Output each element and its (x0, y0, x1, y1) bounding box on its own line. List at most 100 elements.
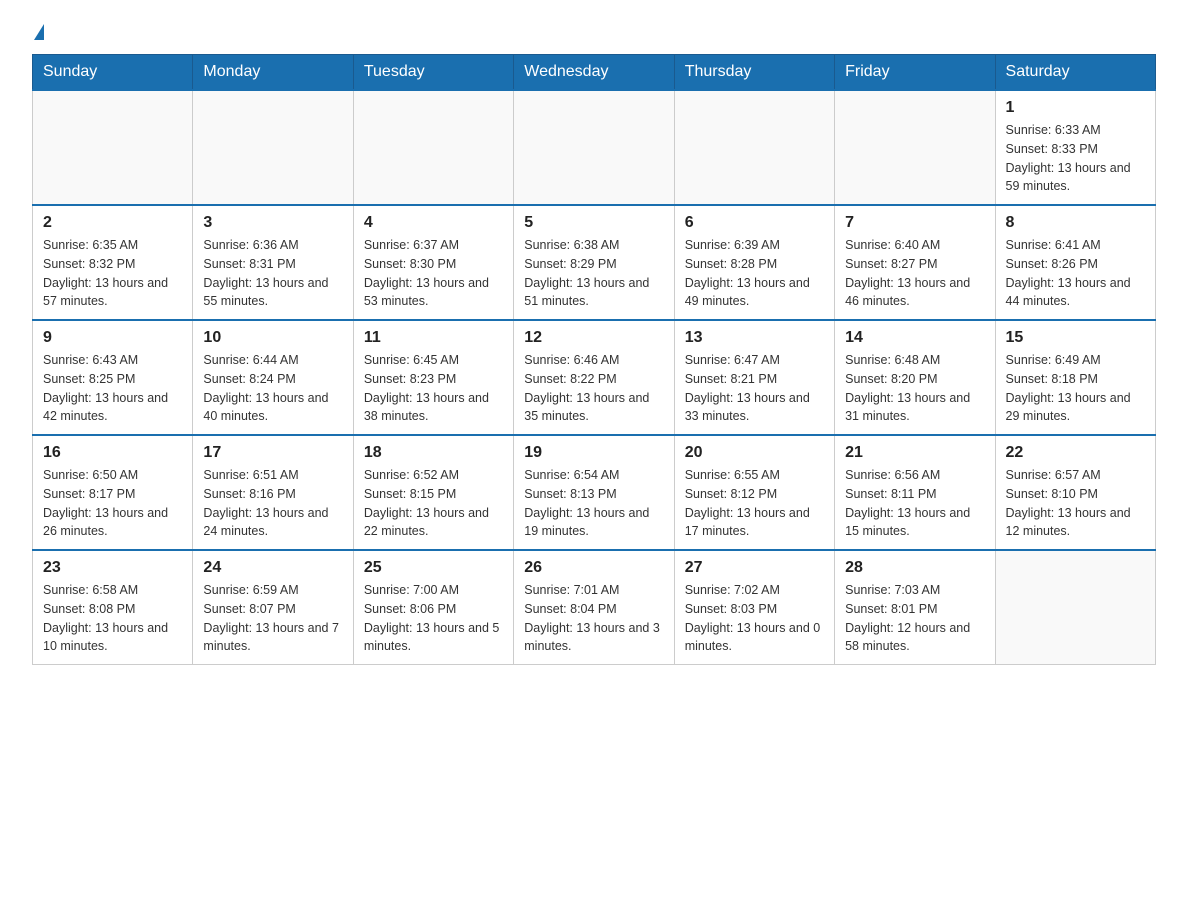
calendar-week-row: 16 Sunrise: 6:50 AM Sunset: 8:17 PM Dayli… (33, 435, 1156, 550)
calendar-cell: 28 Sunrise: 7:03 AM Sunset: 8:01 PM Dayli… (835, 550, 995, 665)
calendar-cell (674, 90, 834, 205)
calendar-cell: 2 Sunrise: 6:35 AM Sunset: 8:32 PM Daylig… (33, 205, 193, 320)
calendar-cell (995, 550, 1155, 665)
calendar-cell: 17Sunrise: 6:51 AM Sunset: 8:16 PM Dayli… (193, 435, 353, 550)
day-number: 7 (845, 214, 984, 232)
calendar-cell: 21Sunrise: 6:56 AM Sunset: 8:11 PM Dayli… (835, 435, 995, 550)
day-number: 22 (1006, 444, 1145, 462)
day-info: Sunrise: 6:48 AM Sunset: 8:20 PM Dayligh… (845, 351, 984, 426)
calendar-cell: 8 Sunrise: 6:41 AM Sunset: 8:26 PM Daylig… (995, 205, 1155, 320)
day-number: 28 (845, 559, 984, 577)
day-info: Sunrise: 6:38 AM Sunset: 8:29 PM Dayligh… (524, 236, 663, 311)
day-number: 1 (1006, 99, 1145, 117)
calendar-cell: 16 Sunrise: 6:50 AM Sunset: 8:17 PM Dayli… (33, 435, 193, 550)
calendar-header-sunday: Sunday (33, 55, 193, 91)
calendar-cell (193, 90, 353, 205)
calendar-week-row: 2 Sunrise: 6:35 AM Sunset: 8:32 PM Daylig… (33, 205, 1156, 320)
day-info: Sunrise: 6:55 AM Sunset: 8:12 PM Dayligh… (685, 466, 824, 541)
day-info: Sunrise: 6:33 AM Sunset: 8:33 PM Dayligh… (1006, 121, 1145, 196)
day-number: 10 (203, 329, 342, 347)
calendar-cell: 26 Sunrise: 7:01 AM Sunset: 8:04 PM Dayli… (514, 550, 674, 665)
day-info: Sunrise: 6:36 AM Sunset: 8:31 PM Dayligh… (203, 236, 342, 311)
day-info: Sunrise: 6:45 AM Sunset: 8:23 PM Dayligh… (364, 351, 503, 426)
calendar-cell: 14 Sunrise: 6:48 AM Sunset: 8:20 PM Dayli… (835, 320, 995, 435)
day-number: 18 (364, 444, 503, 462)
calendar-header-monday: Monday (193, 55, 353, 91)
logo-text (32, 24, 44, 42)
day-number: 25 (364, 559, 503, 577)
calendar-table: SundayMondayTuesdayWednesdayThursdayFrid… (32, 54, 1156, 665)
day-info: Sunrise: 6:59 AM Sunset: 8:07 PM Dayligh… (203, 581, 342, 656)
day-info: Sunrise: 7:02 AM Sunset: 8:03 PM Dayligh… (685, 581, 824, 656)
day-number: 15 (1006, 329, 1145, 347)
day-number: 23 (43, 559, 182, 577)
day-number: 26 (524, 559, 663, 577)
day-number: 20 (685, 444, 824, 462)
day-info: Sunrise: 6:40 AM Sunset: 8:27 PM Dayligh… (845, 236, 984, 311)
calendar-cell (353, 90, 513, 205)
calendar-cell: 10 Sunrise: 6:44 AM Sunset: 8:24 PM Dayli… (193, 320, 353, 435)
calendar-cell: 22 Sunrise: 6:57 AM Sunset: 8:10 PM Dayli… (995, 435, 1155, 550)
calendar-cell: 1 Sunrise: 6:33 AM Sunset: 8:33 PM Daylig… (995, 90, 1155, 205)
logo (32, 24, 44, 42)
calendar-header-thursday: Thursday (674, 55, 834, 91)
calendar-cell: 13 Sunrise: 6:47 AM Sunset: 8:21 PM Dayli… (674, 320, 834, 435)
calendar-cell: 27 Sunrise: 7:02 AM Sunset: 8:03 PM Dayli… (674, 550, 834, 665)
calendar-header-saturday: Saturday (995, 55, 1155, 91)
day-number: 5 (524, 214, 663, 232)
calendar-cell (514, 90, 674, 205)
logo-triangle-icon (34, 24, 44, 40)
calendar-cell: 4 Sunrise: 6:37 AM Sunset: 8:30 PM Daylig… (353, 205, 513, 320)
day-info: Sunrise: 6:35 AM Sunset: 8:32 PM Dayligh… (43, 236, 182, 311)
day-info: Sunrise: 7:00 AM Sunset: 8:06 PM Dayligh… (364, 581, 503, 656)
calendar-cell: 5 Sunrise: 6:38 AM Sunset: 8:29 PM Daylig… (514, 205, 674, 320)
day-number: 12 (524, 329, 663, 347)
calendar-cell: 24 Sunrise: 6:59 AM Sunset: 8:07 PM Dayli… (193, 550, 353, 665)
calendar-cell: 9 Sunrise: 6:43 AM Sunset: 8:25 PM Daylig… (33, 320, 193, 435)
day-info: Sunrise: 6:57 AM Sunset: 8:10 PM Dayligh… (1006, 466, 1145, 541)
calendar-cell: 3Sunrise: 6:36 AM Sunset: 8:31 PM Daylig… (193, 205, 353, 320)
day-info: Sunrise: 6:44 AM Sunset: 8:24 PM Dayligh… (203, 351, 342, 426)
day-info: Sunrise: 6:47 AM Sunset: 8:21 PM Dayligh… (685, 351, 824, 426)
day-number: 11 (364, 329, 503, 347)
day-number: 19 (524, 444, 663, 462)
calendar-week-row: 23 Sunrise: 6:58 AM Sunset: 8:08 PM Dayli… (33, 550, 1156, 665)
day-number: 27 (685, 559, 824, 577)
day-number: 17 (203, 444, 342, 462)
day-number: 8 (1006, 214, 1145, 232)
day-number: 4 (364, 214, 503, 232)
calendar-cell: 20 Sunrise: 6:55 AM Sunset: 8:12 PM Dayli… (674, 435, 834, 550)
calendar-header-row: SundayMondayTuesdayWednesdayThursdayFrid… (33, 55, 1156, 91)
calendar-header-tuesday: Tuesday (353, 55, 513, 91)
calendar-cell: 23 Sunrise: 6:58 AM Sunset: 8:08 PM Dayli… (33, 550, 193, 665)
day-number: 13 (685, 329, 824, 347)
day-number: 24 (203, 559, 342, 577)
day-info: Sunrise: 6:50 AM Sunset: 8:17 PM Dayligh… (43, 466, 182, 541)
day-info: Sunrise: 6:41 AM Sunset: 8:26 PM Dayligh… (1006, 236, 1145, 311)
calendar-cell: 7 Sunrise: 6:40 AM Sunset: 8:27 PM Daylig… (835, 205, 995, 320)
day-info: Sunrise: 6:49 AM Sunset: 8:18 PM Dayligh… (1006, 351, 1145, 426)
day-number: 6 (685, 214, 824, 232)
calendar-cell: 19 Sunrise: 6:54 AM Sunset: 8:13 PM Dayli… (514, 435, 674, 550)
calendar-cell: 18 Sunrise: 6:52 AM Sunset: 8:15 PM Dayli… (353, 435, 513, 550)
calendar-cell (835, 90, 995, 205)
day-number: 9 (43, 329, 182, 347)
calendar-cell: 15 Sunrise: 6:49 AM Sunset: 8:18 PM Dayli… (995, 320, 1155, 435)
day-info: Sunrise: 6:43 AM Sunset: 8:25 PM Dayligh… (43, 351, 182, 426)
day-number: 14 (845, 329, 984, 347)
day-info: Sunrise: 6:37 AM Sunset: 8:30 PM Dayligh… (364, 236, 503, 311)
calendar-cell: 12 Sunrise: 6:46 AM Sunset: 8:22 PM Dayli… (514, 320, 674, 435)
day-info: Sunrise: 7:01 AM Sunset: 8:04 PM Dayligh… (524, 581, 663, 656)
calendar-cell: 11 Sunrise: 6:45 AM Sunset: 8:23 PM Dayli… (353, 320, 513, 435)
calendar-week-row: 9 Sunrise: 6:43 AM Sunset: 8:25 PM Daylig… (33, 320, 1156, 435)
day-number: 2 (43, 214, 182, 232)
day-number: 16 (43, 444, 182, 462)
day-info: Sunrise: 6:54 AM Sunset: 8:13 PM Dayligh… (524, 466, 663, 541)
calendar-header-wednesday: Wednesday (514, 55, 674, 91)
day-info: Sunrise: 7:03 AM Sunset: 8:01 PM Dayligh… (845, 581, 984, 656)
day-info: Sunrise: 6:52 AM Sunset: 8:15 PM Dayligh… (364, 466, 503, 541)
day-info: Sunrise: 6:46 AM Sunset: 8:22 PM Dayligh… (524, 351, 663, 426)
day-number: 21 (845, 444, 984, 462)
calendar-week-row: 1 Sunrise: 6:33 AM Sunset: 8:33 PM Daylig… (33, 90, 1156, 205)
day-info: Sunrise: 6:58 AM Sunset: 8:08 PM Dayligh… (43, 581, 182, 656)
